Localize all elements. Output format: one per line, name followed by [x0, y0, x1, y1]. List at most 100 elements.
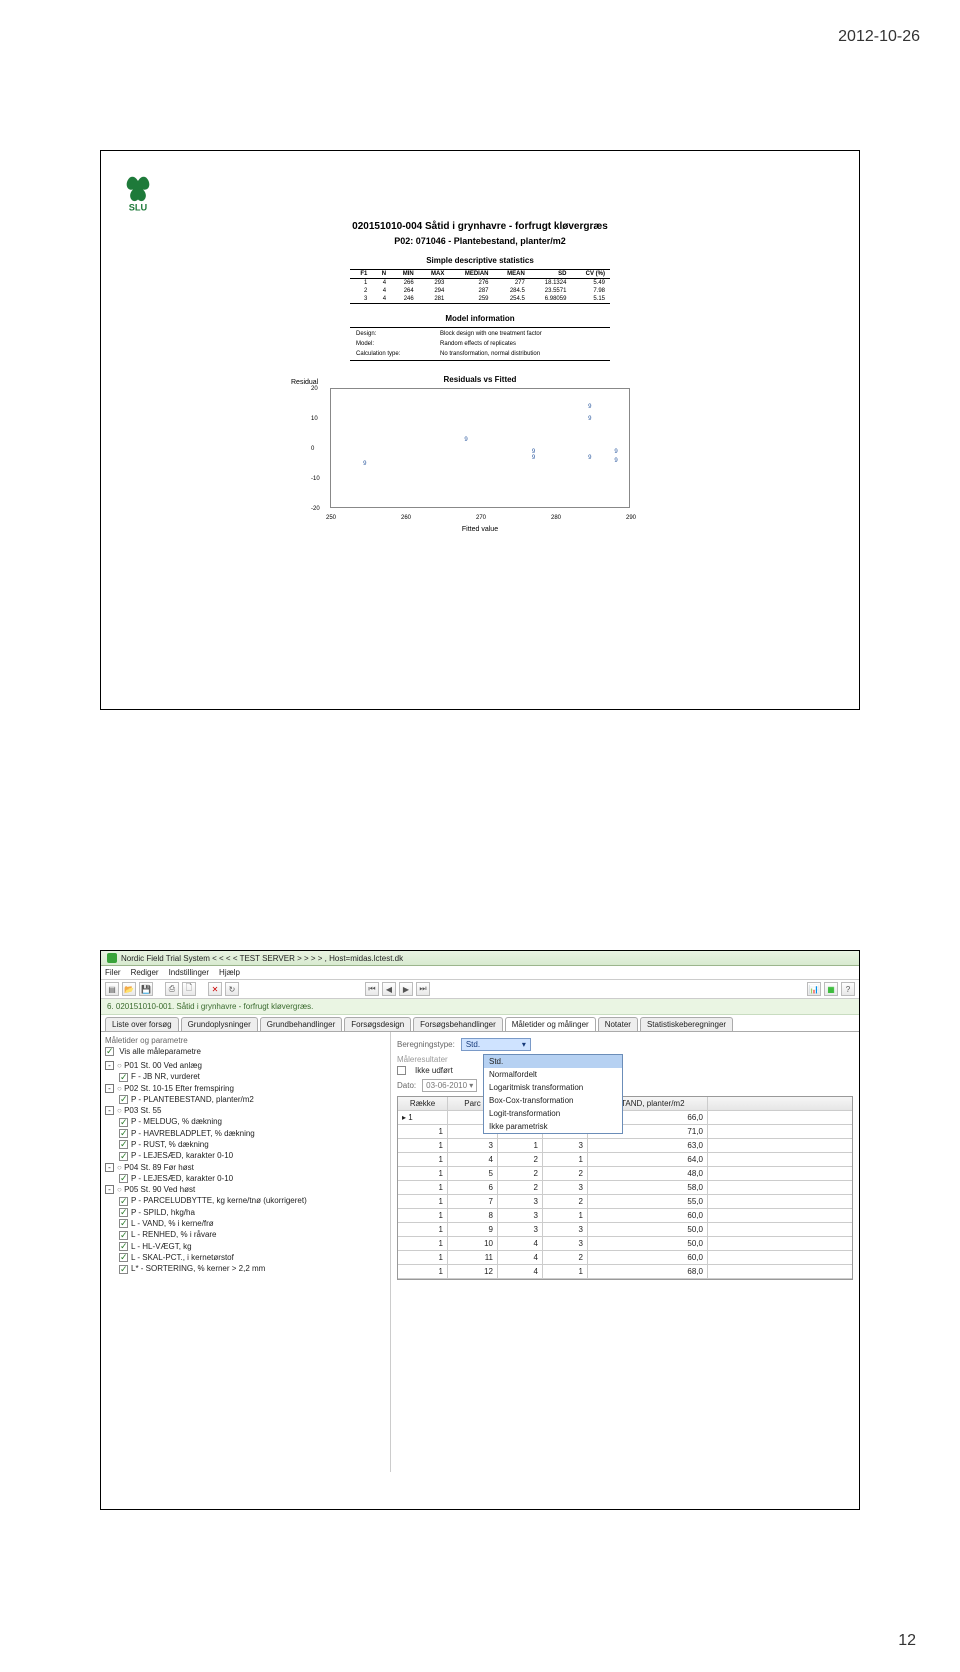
- tree-item[interactable]: L - HL-VÆGT, kg: [105, 1241, 386, 1252]
- chart-xlabel: Fitted value: [320, 526, 640, 533]
- chart-ylabel: Residual: [291, 379, 318, 386]
- show-all-checkbox[interactable]: Vis alle måleparametre: [105, 1047, 386, 1056]
- tree-item[interactable]: P - SPILD, hkg/ha: [105, 1207, 386, 1218]
- tree-folder[interactable]: -○ P03 St. 55: [105, 1105, 386, 1116]
- new-button[interactable]: ▤: [105, 982, 119, 996]
- tab[interactable]: Grundoplysninger: [181, 1017, 258, 1031]
- tab[interactable]: Grundbehandlinger: [260, 1017, 343, 1031]
- open-button[interactable]: 📂: [122, 982, 136, 996]
- tree-item[interactable]: P - LEJESÆD, karakter 0-10: [105, 1150, 386, 1161]
- report-slide: SLU 020151010-004 Såtid i grynhavre - fo…: [100, 150, 860, 710]
- menu-item[interactable]: Indstillinger: [169, 968, 209, 977]
- grid-row[interactable]: 142164,0: [398, 1153, 852, 1167]
- nav-last-button[interactable]: ⏭: [416, 982, 430, 996]
- calc-type-dropdown[interactable]: Std.NormalfordeltLogaritmisk transformat…: [483, 1054, 623, 1134]
- nav-next-button[interactable]: ▶: [399, 982, 413, 996]
- data-grid[interactable]: RækkeParcESTAND, planter/m2▸ 111266,0121…: [397, 1096, 853, 1280]
- date-input[interactable]: 03-06-2010 ▾: [422, 1079, 477, 1092]
- checkbox-icon: [119, 1197, 128, 1206]
- refresh-button[interactable]: ↻: [225, 982, 239, 996]
- dropdown-option[interactable]: Std.: [484, 1055, 622, 1068]
- not-done-checkbox[interactable]: [397, 1066, 409, 1075]
- tree-item[interactable]: L - VAND, % i kerne/frø: [105, 1218, 386, 1229]
- grid-row[interactable]: 1114260,0: [398, 1251, 852, 1265]
- tab[interactable]: Notater: [598, 1017, 638, 1031]
- data-point: 9: [588, 404, 591, 410]
- tab-row: Liste over forsøgGrundoplysningerGrundbe…: [101, 1015, 859, 1032]
- stats-heading: Simple descriptive statistics: [230, 256, 730, 265]
- grid-row[interactable]: 121171,0: [398, 1125, 852, 1139]
- report-title: 020151010-004 Såtid i grynhavre - forfru…: [230, 221, 730, 232]
- tree-item[interactable]: L - SKAL-PCT., i kernetørstof: [105, 1252, 386, 1263]
- tree-item[interactable]: L* - SORTERING, % kerner > 2,2 mm: [105, 1263, 386, 1274]
- grid-header[interactable]: Række: [398, 1097, 448, 1110]
- page-date: 2012-10-26: [838, 28, 920, 46]
- dropdown-option[interactable]: Box-Cox-transformation: [484, 1094, 622, 1107]
- tree-folder[interactable]: -○ P04 St. 89 Før høst: [105, 1162, 386, 1173]
- help-button[interactable]: ?: [841, 982, 855, 996]
- tab[interactable]: Forsøgsdesign: [344, 1017, 411, 1031]
- dropdown-option[interactable]: Logit-transformation: [484, 1107, 622, 1120]
- data-point: 9: [532, 455, 535, 461]
- grid-row[interactable]: 193350,0: [398, 1223, 852, 1237]
- checkbox-icon: [119, 1265, 128, 1274]
- tree-folder[interactable]: -○ P05 St. 90 Ved høst: [105, 1184, 386, 1195]
- tree-folder[interactable]: -○ P02 St. 10-15 Efter fremspiring: [105, 1083, 386, 1094]
- menu-item[interactable]: Filer: [105, 968, 121, 977]
- col-header: MEDIAN: [449, 270, 493, 279]
- checkbox-icon: [119, 1231, 128, 1240]
- checkbox-icon: [105, 1047, 114, 1056]
- toggle-icon: -: [105, 1163, 114, 1172]
- tree-item[interactable]: P - MELDUG, % dækning: [105, 1116, 386, 1127]
- tab[interactable]: Liste over forsøg: [105, 1017, 179, 1031]
- grid-row[interactable]: 1104350,0: [398, 1237, 852, 1251]
- tree-item[interactable]: P - PLANTEBESTAND, planter/m2: [105, 1094, 386, 1105]
- nav-first-button[interactable]: ⏮: [365, 982, 379, 996]
- nav-prev-button[interactable]: ◀: [382, 982, 396, 996]
- calc-type-label: Beregningstype:: [397, 1040, 455, 1049]
- save-button[interactable]: 💾: [139, 982, 153, 996]
- tab[interactable]: Statistiskeberegninger: [640, 1017, 733, 1031]
- dropdown-option[interactable]: Ikke parametrisk: [484, 1120, 622, 1133]
- menubar: Filer Rediger Indstillinger Hjælp: [101, 966, 859, 980]
- tree-item[interactable]: P - LEJESÆD, karakter 0-10: [105, 1173, 386, 1184]
- checkbox-icon: [119, 1242, 128, 1251]
- menu-item[interactable]: Rediger: [131, 968, 159, 977]
- print-button[interactable]: ⎙: [165, 982, 179, 996]
- date-label: Dato:: [397, 1081, 416, 1090]
- tree-item[interactable]: L - RENHED, % i råvare: [105, 1229, 386, 1240]
- grid-row[interactable]: 162358,0: [398, 1181, 852, 1195]
- model-table: Design:Block design with one treatment f…: [350, 327, 610, 361]
- report-subtitle: P02: 071046 - Plantebestand, planter/m2: [230, 236, 730, 246]
- tree-item[interactable]: P - HAVREBLADPLET, % dækning: [105, 1128, 386, 1139]
- tool-a-button[interactable]: 📊: [807, 982, 821, 996]
- tree-item[interactable]: F - JB NR, vurderet: [105, 1071, 386, 1082]
- preview-button[interactable]: 🗋: [182, 982, 196, 996]
- tab[interactable]: Forsøgsbehandlinger: [413, 1017, 503, 1031]
- grid-row[interactable]: 152248,0: [398, 1167, 852, 1181]
- grid-row[interactable]: ▸ 111266,0: [398, 1111, 852, 1125]
- breadcrumb: 6. 020151010-001. Såtid i grynhavre - fo…: [101, 999, 859, 1015]
- residuals-chart: Residual -20-100102025026027028029099999…: [330, 388, 630, 508]
- grid-row[interactable]: 173255,0: [398, 1195, 852, 1209]
- menu-item[interactable]: Hjælp: [219, 968, 240, 977]
- col-header: MEAN: [494, 270, 530, 279]
- grid-row[interactable]: 183160,0: [398, 1209, 852, 1223]
- checkbox-icon: [119, 1129, 128, 1138]
- tool-b-button[interactable]: ▦: [824, 982, 838, 996]
- checkbox-icon: [119, 1152, 128, 1161]
- chevron-down-icon: ▾: [522, 1040, 526, 1049]
- checkbox-icon: [119, 1253, 128, 1262]
- dropdown-option[interactable]: Normalfordelt: [484, 1068, 622, 1081]
- grid-row[interactable]: 131363,0: [398, 1139, 852, 1153]
- dropdown-option[interactable]: Logaritmisk transformation: [484, 1081, 622, 1094]
- tab[interactable]: Måletider og målinger: [505, 1017, 596, 1031]
- tree-folder[interactable]: -○ P01 St. 00 Ved anlæg: [105, 1060, 386, 1071]
- tree-item[interactable]: P - RUST, % dækning: [105, 1139, 386, 1150]
- toolbar: ▤ 📂 💾 ⎙ 🗋 ✕ ↻ ⏮ ◀ ▶ ⏭ 📊 ▦ ?: [101, 980, 859, 999]
- tree-item[interactable]: P - PARCELUDBYTTE, kg kerne/tnø (ukorrig…: [105, 1195, 386, 1206]
- calc-type-select[interactable]: Std. ▾: [461, 1038, 531, 1051]
- delete-button[interactable]: ✕: [208, 982, 222, 996]
- grid-row[interactable]: 1124168,0: [398, 1265, 852, 1279]
- stats-table: F1NMINMAXMEDIANMEANSDCV (%) 142662932762…: [350, 269, 610, 304]
